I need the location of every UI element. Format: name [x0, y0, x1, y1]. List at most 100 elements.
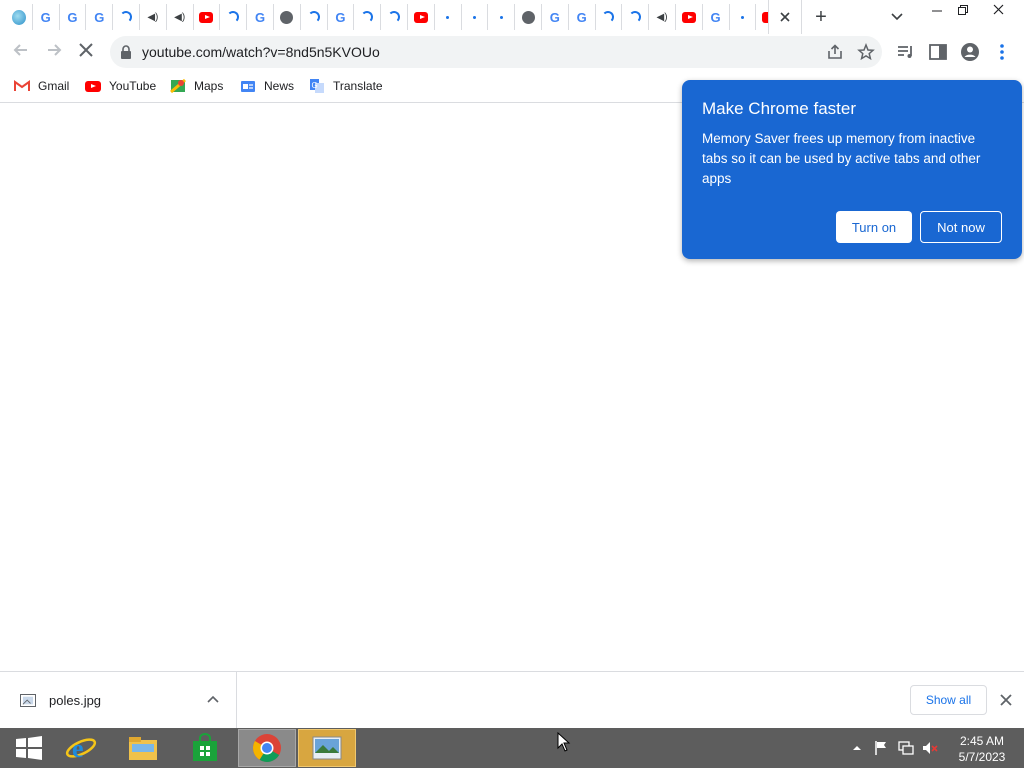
start-button[interactable] [0, 729, 58, 767]
forward-button[interactable] [43, 41, 65, 63]
browser-tab[interactable] [462, 4, 489, 30]
active-tab[interactable] [768, 0, 802, 34]
browser-tab[interactable] [354, 4, 382, 30]
taskbar-store[interactable] [176, 729, 234, 767]
bookmark-gmail[interactable]: Gmail [14, 76, 69, 96]
more-menu-icon[interactable] [991, 41, 1013, 63]
browser-tab[interactable] [274, 4, 301, 30]
tab-search-button[interactable] [890, 7, 908, 27]
dot-icon [467, 10, 481, 24]
store-icon [193, 733, 217, 761]
bookmark-label: YouTube [109, 79, 157, 93]
gmail-icon [14, 78, 30, 94]
loading-spinner [360, 10, 374, 24]
close-window-button[interactable] [983, 0, 1013, 24]
minimize-icon [932, 10, 942, 12]
browser-tab[interactable] [676, 4, 703, 30]
browser-tab[interactable]: G [247, 4, 274, 30]
browser-tab[interactable]: G [33, 4, 60, 30]
taskbar-internet-explorer[interactable]: e [52, 729, 110, 767]
close-icon[interactable] [997, 691, 1015, 709]
browser-tab[interactable]: ◀) [167, 4, 194, 30]
network-icon[interactable] [898, 740, 914, 756]
browser-tab[interactable] [6, 4, 33, 30]
browser-tab[interactable] [408, 4, 435, 30]
speaker-icon: ◀) [174, 11, 186, 23]
browser-tab[interactable]: G [569, 4, 596, 30]
browser-tab[interactable]: ◀) [140, 4, 167, 30]
image-file-icon [20, 694, 36, 707]
browser-tab[interactable]: G [328, 4, 355, 30]
browser-tab[interactable]: G [60, 4, 87, 30]
address-bar[interactable]: youtube.com/watch?v=8nd5n5KVOUo [110, 36, 882, 68]
side-panel-icon[interactable] [927, 41, 949, 63]
browser-tab[interactable] [730, 4, 757, 30]
bookmark-label: Maps [194, 79, 224, 93]
loading-spinner [601, 10, 615, 24]
action-center-flag-icon[interactable] [874, 740, 888, 756]
media-controls-icon[interactable] [895, 41, 917, 63]
clock-date: 5/7/2023 [958, 750, 1006, 764]
browser-tab[interactable]: ◀) [649, 4, 676, 30]
google-favicon: G [255, 9, 266, 25]
taskbar-photo-viewer[interactable] [298, 729, 356, 767]
memory-saver-popup: Make Chrome faster Memory Saver frees up… [682, 80, 1022, 259]
browser-tab[interactable]: G [86, 4, 114, 30]
browser-tab[interactable] [622, 4, 650, 30]
taskbar-chrome[interactable] [238, 729, 296, 767]
clock-time: 2:45 AM [959, 734, 1005, 748]
toolbar: youtube.com/watch?v=8nd5n5KVOUo [0, 34, 1024, 70]
windows-logo-icon [16, 736, 42, 760]
photo-viewer-icon [312, 736, 342, 760]
stop-button[interactable] [75, 41, 97, 63]
lock-icon[interactable] [120, 45, 132, 59]
taskbar: e 2:45 AM 5/7/2023 [0, 728, 1024, 768]
taskbar-file-explorer[interactable] [114, 729, 172, 767]
bookmark-star-icon[interactable] [857, 43, 875, 61]
download-shelf: poles.jpg Show all [0, 671, 1024, 729]
youtube-favicon [681, 10, 696, 24]
browser-tab[interactable] [194, 4, 221, 30]
browser-tab[interactable] [435, 4, 462, 30]
download-item[interactable]: poles.jpg [0, 672, 237, 729]
bookmark-maps[interactable]: Maps [170, 76, 223, 96]
share-icon[interactable] [826, 43, 844, 61]
volume-muted-icon[interactable] [922, 740, 938, 756]
bookmark-news[interactable]: News [240, 76, 294, 96]
browser-tab[interactable] [301, 4, 328, 30]
mouse-cursor-icon [557, 732, 571, 752]
loading-spinner [226, 10, 240, 24]
bookmark-label: Gmail [38, 79, 70, 93]
browser-tab[interactable]: G [703, 4, 730, 30]
svg-text:G: G [312, 81, 318, 90]
google-favicon: G [335, 9, 346, 25]
globe-icon [521, 10, 535, 24]
browser-tab[interactable] [515, 4, 542, 30]
chrome-icon [253, 734, 281, 762]
loading-spinner [119, 10, 133, 24]
profile-avatar-icon[interactable] [959, 41, 981, 63]
browser-tab[interactable] [220, 4, 248, 30]
new-tab-button[interactable]: + [810, 6, 832, 28]
system-clock[interactable]: 2:45 AM 5/7/2023 [952, 733, 1012, 765]
browser-tab[interactable] [488, 4, 516, 30]
show-hidden-icons-icon[interactable] [852, 744, 862, 752]
show-all-button[interactable]: Show all [910, 685, 987, 715]
browser-tab[interactable] [113, 4, 140, 30]
turn-on-button[interactable]: Turn on [836, 211, 912, 243]
browser-tab[interactable]: G [542, 4, 569, 30]
chevron-up-icon[interactable] [206, 693, 220, 707]
url-text[interactable]: youtube.com/watch?v=8nd5n5KVOUo [142, 44, 380, 60]
bookmark-translate[interactable]: G Translate [309, 76, 383, 96]
download-file-name: poles.jpg [49, 693, 102, 708]
popup-body: Memory Saver frees up memory from inacti… [702, 131, 981, 186]
news-icon [240, 78, 256, 94]
browser-tab[interactable] [381, 4, 408, 30]
bookmark-youtube[interactable]: YouTube [85, 76, 156, 96]
browser-tab[interactable] [596, 4, 623, 30]
close-tab-icon[interactable] [779, 11, 791, 23]
globe-icon [280, 10, 294, 24]
back-button[interactable] [10, 41, 32, 63]
restore-button[interactable] [948, 0, 978, 24]
not-now-button[interactable]: Not now [920, 211, 1002, 243]
